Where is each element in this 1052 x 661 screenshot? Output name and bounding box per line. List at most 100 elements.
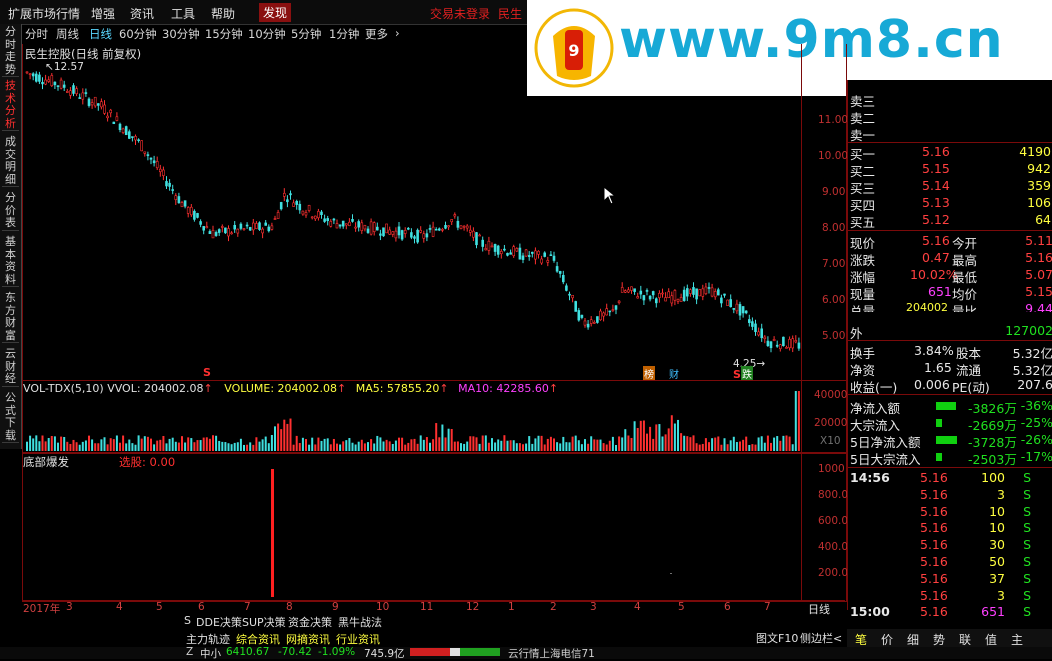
menu-item-tools[interactable]: 工具 bbox=[171, 5, 195, 22]
tab-link[interactable]: 联 bbox=[959, 631, 971, 648]
volume-chart-pane[interactable]: VOL-TDX(5,10) VVOL: 204002.08↑ VOLUME: 2… bbox=[22, 380, 847, 454]
candle-body bbox=[50, 75, 54, 87]
menu-item-enhance[interactable]: 增强 bbox=[91, 5, 115, 22]
candle-body bbox=[410, 232, 413, 238]
vtab-basic-info[interactable]: 基本资料 bbox=[2, 235, 19, 287]
volume-bar bbox=[60, 436, 63, 451]
volume-bar bbox=[531, 443, 534, 451]
signal-marker-drop[interactable]: 跌 bbox=[741, 366, 753, 381]
volume-bar bbox=[84, 440, 87, 451]
candle-body bbox=[56, 85, 60, 87]
tab-10min[interactable]: 10分钟 bbox=[248, 26, 286, 42]
candle-body bbox=[744, 310, 748, 314]
volume-bar bbox=[469, 436, 472, 451]
volume-bar bbox=[435, 423, 438, 451]
tab-detail[interactable]: 细 bbox=[907, 631, 919, 648]
candle-body bbox=[639, 290, 643, 295]
volume-bar bbox=[373, 443, 376, 451]
tab-price[interactable]: 价 bbox=[881, 631, 893, 648]
menu-item-market[interactable]: 扩展市场行情 bbox=[8, 5, 80, 22]
volume-bar bbox=[422, 439, 425, 451]
sidebar-toggle[interactable]: 侧边栏< bbox=[800, 630, 842, 646]
indicator-pane[interactable]: 底部爆发 选股: 0.00 1000 800.00 600.00 400.00 … bbox=[22, 452, 855, 602]
candle-body bbox=[106, 115, 109, 119]
strategy-tab-s[interactable]: S bbox=[184, 614, 191, 627]
buy5-row[interactable]: 买五 5.12 64 bbox=[848, 211, 1052, 230]
volume-bar bbox=[404, 444, 407, 451]
strategy-tab-bull[interactable]: 黑牛战法 bbox=[338, 614, 382, 630]
candle-body bbox=[503, 248, 506, 251]
vtab-price-table[interactable]: 分价表 bbox=[2, 191, 19, 231]
volume-bar bbox=[599, 439, 602, 451]
f10-button[interactable]: 图文F10 bbox=[756, 630, 798, 646]
candle-body bbox=[298, 203, 302, 211]
trade-login-status[interactable]: 交易未登录 bbox=[430, 5, 490, 22]
candle-body bbox=[716, 289, 720, 296]
buy4-row[interactable]: 买四 5.13 106 bbox=[848, 194, 1052, 213]
info-tab-main-track[interactable]: 主力轨迹 bbox=[186, 631, 230, 647]
tab-trend[interactable]: 势 bbox=[933, 631, 945, 648]
x-tick: 7 bbox=[244, 601, 251, 613]
vtab-cloud-finance[interactable]: 云财经 bbox=[2, 347, 19, 387]
tab-60min[interactable]: 60分钟 bbox=[119, 26, 157, 42]
volume-bar bbox=[438, 437, 441, 451]
tab-15min[interactable]: 15分钟 bbox=[205, 26, 243, 42]
candle-body bbox=[484, 248, 488, 251]
volume-bar bbox=[202, 437, 205, 451]
candle-body bbox=[121, 128, 125, 133]
info-tab-web[interactable]: 网摘资讯 bbox=[286, 631, 330, 647]
tab-5min[interactable]: 5分钟 bbox=[291, 26, 321, 42]
candle-body bbox=[592, 322, 596, 324]
buy1-row[interactable]: 买一 5.16 4190 bbox=[848, 143, 1052, 162]
menu-item-discover[interactable]: 发现 bbox=[259, 3, 292, 22]
candle-body bbox=[747, 319, 751, 323]
volume-bar bbox=[224, 442, 227, 451]
info-tab-industry[interactable]: 行业资讯 bbox=[336, 631, 380, 647]
strategy-tab-sup[interactable]: SUP决策 bbox=[242, 614, 286, 630]
volume-bar bbox=[673, 423, 676, 451]
signal-marker-rank[interactable]: 榜 bbox=[643, 366, 655, 381]
tab-ticks[interactable]: 笔 bbox=[855, 631, 867, 648]
buy3-row[interactable]: 买三 5.14 359 bbox=[848, 177, 1052, 196]
signal-marker-finance[interactable]: 财 bbox=[669, 366, 679, 381]
vtab-technical[interactable]: 技术分析 bbox=[2, 79, 19, 131]
vtab-eastmoney[interactable]: 东方财富 bbox=[2, 291, 19, 343]
candle-body bbox=[534, 250, 537, 260]
vtab-deals[interactable]: 成交明细 bbox=[2, 135, 19, 187]
volume-bar bbox=[704, 438, 707, 451]
volume-bar bbox=[494, 442, 497, 451]
candle-body bbox=[406, 227, 410, 230]
candle-body bbox=[134, 136, 137, 141]
candle-body bbox=[124, 126, 128, 136]
chevron-right-icon[interactable]: › bbox=[395, 26, 400, 40]
buy2-row[interactable]: 买二 5.15 942 bbox=[848, 160, 1052, 179]
x-tick: 3 bbox=[590, 601, 597, 613]
tab-more[interactable]: 更多 bbox=[365, 26, 388, 42]
candle-body bbox=[329, 221, 333, 227]
menu-item-help[interactable]: 帮助 bbox=[211, 5, 235, 22]
tab-main[interactable]: 主 bbox=[1011, 631, 1023, 648]
x-tick: 4 bbox=[116, 601, 123, 613]
tab-value[interactable]: 值 bbox=[985, 631, 997, 648]
volume-bar bbox=[376, 435, 379, 451]
strategy-tab-dde[interactable]: DDE决策 bbox=[196, 614, 242, 630]
candle-body bbox=[320, 211, 323, 216]
vtab-formula-download[interactable]: 公式下载 bbox=[2, 391, 19, 443]
price-chart-pane[interactable]: 民生控股(日线 前复权) ↖12.57 4.25→ 11.00 10.00 9.… bbox=[22, 44, 848, 381]
vtab-minute-trend[interactable]: 分时走势 bbox=[2, 25, 19, 77]
tab-minute[interactable]: 分时 bbox=[25, 26, 48, 42]
volume-bar bbox=[593, 439, 596, 451]
volume-bar bbox=[441, 424, 444, 451]
volume-bar bbox=[255, 437, 258, 451]
tab-day[interactable]: 日线 bbox=[89, 26, 112, 42]
tab-1min[interactable]: 1分钟 bbox=[329, 26, 359, 42]
strategy-tab-fund[interactable]: 资金决策 bbox=[288, 614, 332, 630]
tab-30min[interactable]: 30分钟 bbox=[162, 26, 200, 42]
candle-body bbox=[651, 291, 655, 296]
candle-body bbox=[264, 222, 267, 226]
volume-bar bbox=[450, 429, 453, 451]
menu-item-news[interactable]: 资讯 bbox=[130, 5, 154, 22]
tab-week[interactable]: 周线 bbox=[56, 26, 79, 42]
info-tab-general[interactable]: 综合资讯 bbox=[236, 631, 280, 647]
candle-body bbox=[118, 123, 122, 130]
